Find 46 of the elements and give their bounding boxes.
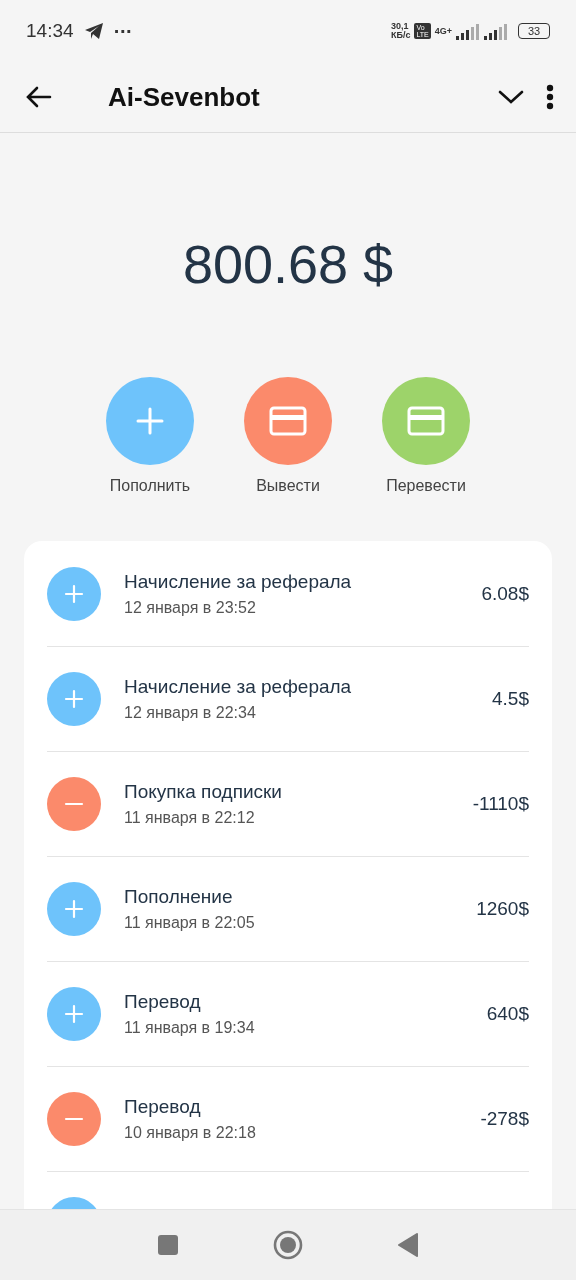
plus-icon: [136, 407, 164, 435]
transaction-amount: 4.5$: [492, 688, 529, 710]
transaction-date: 12 января в 23:52: [124, 598, 257, 617]
more-notifications: ···: [113, 21, 132, 41]
action-button[interactable]: Пополнить: [104, 377, 196, 495]
action-button[interactable]: Перевести: [380, 377, 472, 495]
transaction-date: 10 января в 22:18: [124, 1124, 257, 1142]
back-arrow-icon: [26, 86, 52, 108]
network-type: 4G+: [434, 26, 452, 36]
triangle-back-icon: [397, 1232, 419, 1258]
transaction-amount: 6.08$: [481, 582, 529, 605]
transaction-title: Начисление за реферала: [124, 570, 353, 593]
action-button[interactable]: Вывести: [242, 377, 334, 495]
paper-plane-icon: [83, 22, 104, 40]
transaction-title: Начисление за реферала: [124, 676, 353, 698]
plus-icon: [64, 1004, 84, 1024]
transaction-title: Пополнение: [124, 886, 234, 908]
battery-icon: 33: [518, 23, 550, 39]
menu-icon: [546, 84, 554, 110]
plus-icon: [64, 899, 84, 919]
minus-icon: [64, 1117, 84, 1121]
app-title: Ai-Sevenbot: [108, 81, 261, 113]
transaction-amount: -1110$: [472, 793, 529, 815]
transaction-title: Покупка подписки: [124, 781, 283, 803]
transaction-title: Перевод: [124, 1096, 202, 1118]
transaction-date: 11 января в 22:12: [124, 809, 256, 827]
minus-icon: [64, 802, 84, 806]
card-icon: [269, 406, 307, 436]
transaction-title: Перевод: [124, 991, 202, 1013]
transaction-date: 12 января в 22:34: [124, 704, 257, 722]
transaction-amount: 1260$: [476, 898, 529, 920]
transaction-amount: 640$: [486, 1003, 529, 1025]
plus-icon: [64, 689, 84, 709]
square-icon: [157, 1234, 179, 1256]
signal-icon: [484, 22, 508, 40]
balance-amount: 800.68 $: [182, 233, 394, 295]
clock-time: 14:34: [26, 20, 74, 42]
network-speed: 30,1 КБ/с: [390, 22, 411, 40]
home-circle-icon: [273, 1230, 303, 1260]
transaction-amount: -278$: [480, 1108, 529, 1130]
signal-icon: [456, 22, 480, 40]
chevron-down-icon: [498, 89, 524, 105]
transaction-date: 11 января в 19:34: [124, 1019, 256, 1037]
plus-icon: [64, 583, 84, 604]
card-icon: [407, 406, 445, 436]
transaction-date: 11 января в 22:05: [124, 914, 256, 932]
